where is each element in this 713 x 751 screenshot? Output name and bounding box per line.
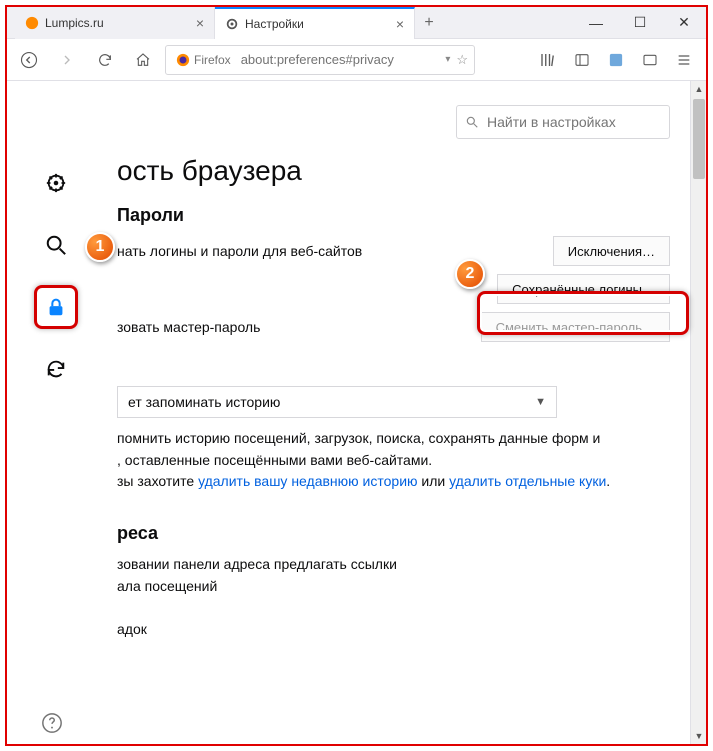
content-area: ость браузера Пароли нать логины и парол…	[7, 81, 706, 744]
remember-passwords-label: нать логины и пароли для веб-сайтов	[117, 243, 362, 259]
maximize-button[interactable]: ☐	[618, 7, 662, 38]
extension-button-2[interactable]	[634, 44, 666, 76]
addressbar-text: зовании панели адреса предлагать ссылки …	[117, 554, 670, 641]
dropdown-icon[interactable]: ▾	[445, 54, 450, 65]
history-mode-value: ет запоминать историю	[128, 394, 280, 410]
app-menu-button[interactable]	[668, 44, 700, 76]
close-button[interactable]: ✕	[662, 7, 706, 38]
identity-label: Firefox	[194, 53, 231, 67]
tab-label: Lumpics.ru	[45, 16, 190, 30]
scroll-thumb[interactable]	[693, 99, 705, 179]
annotation-outline-saved-logins	[477, 291, 689, 335]
close-icon[interactable]: ×	[396, 17, 404, 31]
clear-history-link[interactable]: удалить вашу недавнюю историю	[198, 473, 417, 489]
clear-cookies-link[interactable]: удалить отдельные куки	[449, 473, 606, 489]
category-general[interactable]	[34, 161, 78, 205]
extension-button-1[interactable]	[600, 44, 632, 76]
home-button[interactable]	[127, 44, 159, 76]
settings-search-input[interactable]	[487, 114, 668, 130]
history-mode-select[interactable]: ет запоминать историю ▼	[117, 386, 557, 418]
tab-strip: Lumpics.ru × Настройки × +	[7, 7, 574, 38]
scroll-down-icon[interactable]: ▼	[691, 728, 706, 744]
scroll-up-icon[interactable]: ▲	[691, 81, 706, 97]
tab-settings[interactable]: Настройки ×	[215, 7, 415, 39]
forward-button	[51, 44, 83, 76]
help-icon[interactable]	[41, 712, 63, 734]
category-sidebar	[31, 161, 81, 391]
category-privacy[interactable]	[34, 285, 78, 329]
gear-icon	[225, 17, 239, 31]
identity-badge[interactable]: Firefox	[172, 51, 235, 69]
settings-search[interactable]	[456, 105, 670, 139]
titlebar: Lumpics.ru × Настройки × + — ☐ ✕	[7, 7, 706, 39]
sidebar-button[interactable]	[566, 44, 598, 76]
vertical-scrollbar[interactable]: ▲ ▼	[690, 81, 706, 744]
toolbar: Firefox about:preferences#privacy ▾ ☆	[7, 39, 706, 81]
url-text: about:preferences#privacy	[241, 52, 440, 67]
subheading-addresses: реса	[117, 523, 670, 544]
tab-label: Настройки	[245, 17, 390, 31]
new-tab-button[interactable]: +	[415, 7, 443, 38]
annotation-marker-2: 2	[455, 259, 485, 289]
preferences-pane: ость браузера Пароли нать логины и парол…	[117, 155, 670, 744]
subheading-passwords: Пароли	[117, 205, 670, 226]
section-heading-security: ость браузера	[117, 155, 670, 187]
bookmark-star-icon[interactable]: ☆	[456, 52, 468, 68]
firefox-icon	[176, 53, 190, 67]
library-button[interactable]	[532, 44, 564, 76]
back-button[interactable]	[13, 44, 45, 76]
window-controls: — ☐ ✕	[574, 7, 706, 38]
minimize-button[interactable]: —	[574, 7, 618, 38]
annotation-marker-1: 1	[85, 232, 115, 262]
chevron-down-icon: ▼	[535, 396, 546, 408]
tab-lumpics[interactable]: Lumpics.ru ×	[15, 7, 215, 39]
category-search[interactable]	[34, 223, 78, 267]
history-description: помнить историю посещений, загрузок, пои…	[117, 428, 670, 493]
search-icon	[465, 115, 479, 129]
reload-button[interactable]	[89, 44, 121, 76]
favicon-lumpics	[25, 16, 39, 30]
url-bar[interactable]: Firefox about:preferences#privacy ▾ ☆	[165, 45, 475, 75]
exceptions-button[interactable]: Исключения…	[553, 236, 670, 266]
close-icon[interactable]: ×	[196, 16, 204, 30]
category-sync[interactable]	[34, 347, 78, 391]
master-password-label: зовать мастер-пароль	[117, 319, 260, 335]
